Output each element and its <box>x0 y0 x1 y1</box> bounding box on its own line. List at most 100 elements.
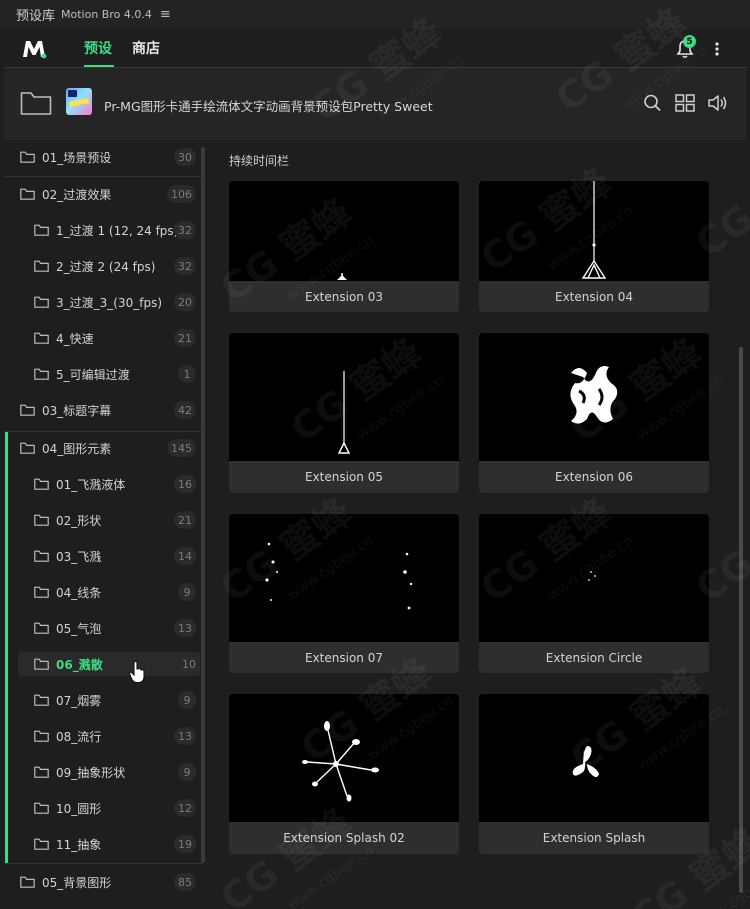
item-count-badge: 30 <box>174 148 196 166</box>
item-count-badge: 20 <box>174 293 196 311</box>
preset-card[interactable]: Extension Circle <box>479 514 709 673</box>
preset-card-label: Extension Splash <box>479 822 709 854</box>
item-count-badge: 32 <box>174 257 196 275</box>
sidebar-divider <box>4 176 202 177</box>
preset-preview <box>229 694 459 822</box>
tab-presets[interactable]: 预设 <box>84 38 112 58</box>
notification-badge: 5 <box>683 35 696 48</box>
preset-card[interactable]: Extension 05 <box>229 333 459 493</box>
item-count-badge: 9 <box>178 583 196 601</box>
item-count-badge: 21 <box>174 511 196 529</box>
folder-icon <box>20 188 35 200</box>
preset-card[interactable]: Extension 07 <box>229 514 459 673</box>
sidebar-item[interactable]: 03_标题字幕 42 <box>20 398 196 422</box>
sidebar-scrollbar[interactable] <box>201 147 205 863</box>
item-count-badge: 106 <box>167 185 196 203</box>
folder-icon <box>34 802 49 814</box>
folder-icon <box>34 260 49 272</box>
folder-icon <box>34 514 49 526</box>
folder-icon <box>34 478 49 490</box>
item-count-badge: 21 <box>174 329 196 347</box>
sidebar-item-label: 3_过渡_3_(30_fps) <box>56 295 162 310</box>
folder-icon <box>34 296 49 308</box>
preset-preview <box>479 514 709 642</box>
sidebar-item-label: 03_标题字幕 <box>42 403 112 418</box>
sidebar-item[interactable]: 1_过渡 1 (12, 24 fps) 32 <box>34 218 196 242</box>
sidebar-item[interactable]: 3_过渡_3_(30_fps) 20 <box>34 290 196 314</box>
sidebar-item[interactable]: 5_可编辑过渡 1 <box>34 362 196 386</box>
item-count-badge: 13 <box>174 727 196 745</box>
folder-icon <box>34 838 49 850</box>
sidebar-item[interactable]: 08_流行 13 <box>34 724 196 748</box>
folder-icon <box>34 368 49 380</box>
sidebar-item-label: 11_抽象 <box>56 837 102 852</box>
sidebar-item-label: 02_形状 <box>56 513 102 528</box>
sidebar-item[interactable]: 01_场景预设 30 <box>20 145 196 169</box>
sidebar-item-label: 08_流行 <box>56 729 102 744</box>
preset-card[interactable]: Extension 03 <box>229 181 459 312</box>
sidebar-item[interactable]: 09_抽象形状 9 <box>34 760 196 784</box>
sidebar-item[interactable]: 4_快速 21 <box>34 326 196 350</box>
sidebar-item[interactable]: 11_抽象 19 <box>34 832 196 856</box>
sidebar-item[interactable]: 02_过渡效果 106 <box>20 182 196 206</box>
item-count-badge: 16 <box>174 475 196 493</box>
pack-thumbnail <box>66 88 92 115</box>
preset-card[interactable]: Extension 04 <box>479 181 709 312</box>
app-name: 预设库 <box>16 8 56 24</box>
sidebar-item[interactable]: 05_背景图形 85 <box>20 870 196 894</box>
preset-preview <box>229 514 459 642</box>
sidebar-item[interactable]: 04_线条 9 <box>34 580 196 604</box>
sidebar-item[interactable]: 01_飞溅液体 16 <box>34 472 196 496</box>
preset-preview <box>479 181 709 281</box>
sidebar-item-label: 03_飞溅 <box>56 549 102 564</box>
sidebar-item-label: 10_圆形 <box>56 801 102 816</box>
folder-icon <box>20 442 35 454</box>
preset-preview <box>479 333 709 461</box>
preset-card[interactable]: Extension Splash <box>479 694 709 854</box>
folder-icon <box>34 730 49 742</box>
folder-icon <box>34 224 49 236</box>
preset-card[interactable]: Extension Splash 02 <box>229 694 459 854</box>
grid-view-icon[interactable] <box>674 93 696 113</box>
sidebar-item-label: 07_烟雾 <box>56 693 102 708</box>
sidebar-item[interactable]: 06_溅散 10 <box>18 652 200 676</box>
sidebar-item-label: 01_场景预设 <box>42 150 112 165</box>
item-count-badge: 9 <box>178 691 196 709</box>
hamburger-menu-icon[interactable]: ≡ <box>160 7 171 22</box>
sidebar-item-label: 05_背景图形 <box>42 875 112 890</box>
sidebar-item[interactable]: 05_气泡 13 <box>34 616 196 640</box>
preset-card-label: Extension 05 <box>229 461 459 493</box>
folder-icon <box>20 876 35 888</box>
speaker-icon[interactable] <box>707 93 729 113</box>
item-count-badge: 145 <box>167 439 196 457</box>
item-count-badge: 14 <box>174 547 196 565</box>
sidebar-item[interactable]: 03_飞溅 14 <box>34 544 196 568</box>
sidebar-item[interactable]: 04_图形元素 145 <box>20 436 196 460</box>
sidebar-item[interactable]: 07_烟雾 9 <box>34 688 196 712</box>
preset-card-label: Extension Circle <box>479 642 709 673</box>
app-version: Motion Bro 4.0.4 <box>61 7 152 21</box>
folder-icon <box>34 332 49 344</box>
item-count-badge: 32 <box>174 221 196 239</box>
folder-icon <box>34 586 49 598</box>
more-vertical-icon[interactable] <box>710 38 724 60</box>
search-icon[interactable] <box>642 93 664 113</box>
folder-icon[interactable] <box>20 90 52 116</box>
sidebar-item-label: 09_抽象形状 <box>56 765 126 780</box>
preset-card-label: Extension 07 <box>229 642 459 673</box>
sidebar-item[interactable]: 02_形状 21 <box>34 508 196 532</box>
folder-icon <box>34 550 49 562</box>
preset-card[interactable]: Extension 06 <box>479 333 709 493</box>
sidebar-item[interactable]: 10_圆形 12 <box>34 796 196 820</box>
sidebar-item[interactable]: 2_过渡 2 (24 fps) 32 <box>34 254 196 278</box>
preset-preview <box>229 181 459 281</box>
tab-store[interactable]: 商店 <box>132 38 160 58</box>
sidebar-item-label: 04_图形元素 <box>42 441 112 456</box>
preset-preview <box>479 694 709 822</box>
pack-bar: Pr-MG图形卡通手绘流体文字动画背景预设包Pretty Sweet <box>4 68 746 140</box>
preset-card-label: Extension 06 <box>479 461 709 493</box>
content-scrollbar[interactable] <box>739 347 743 893</box>
preset-card-label: Extension 03 <box>229 281 459 312</box>
sidebar-item-label: 06_溅散 <box>56 657 103 672</box>
sidebar-item-label: 01_飞溅液体 <box>56 477 126 492</box>
